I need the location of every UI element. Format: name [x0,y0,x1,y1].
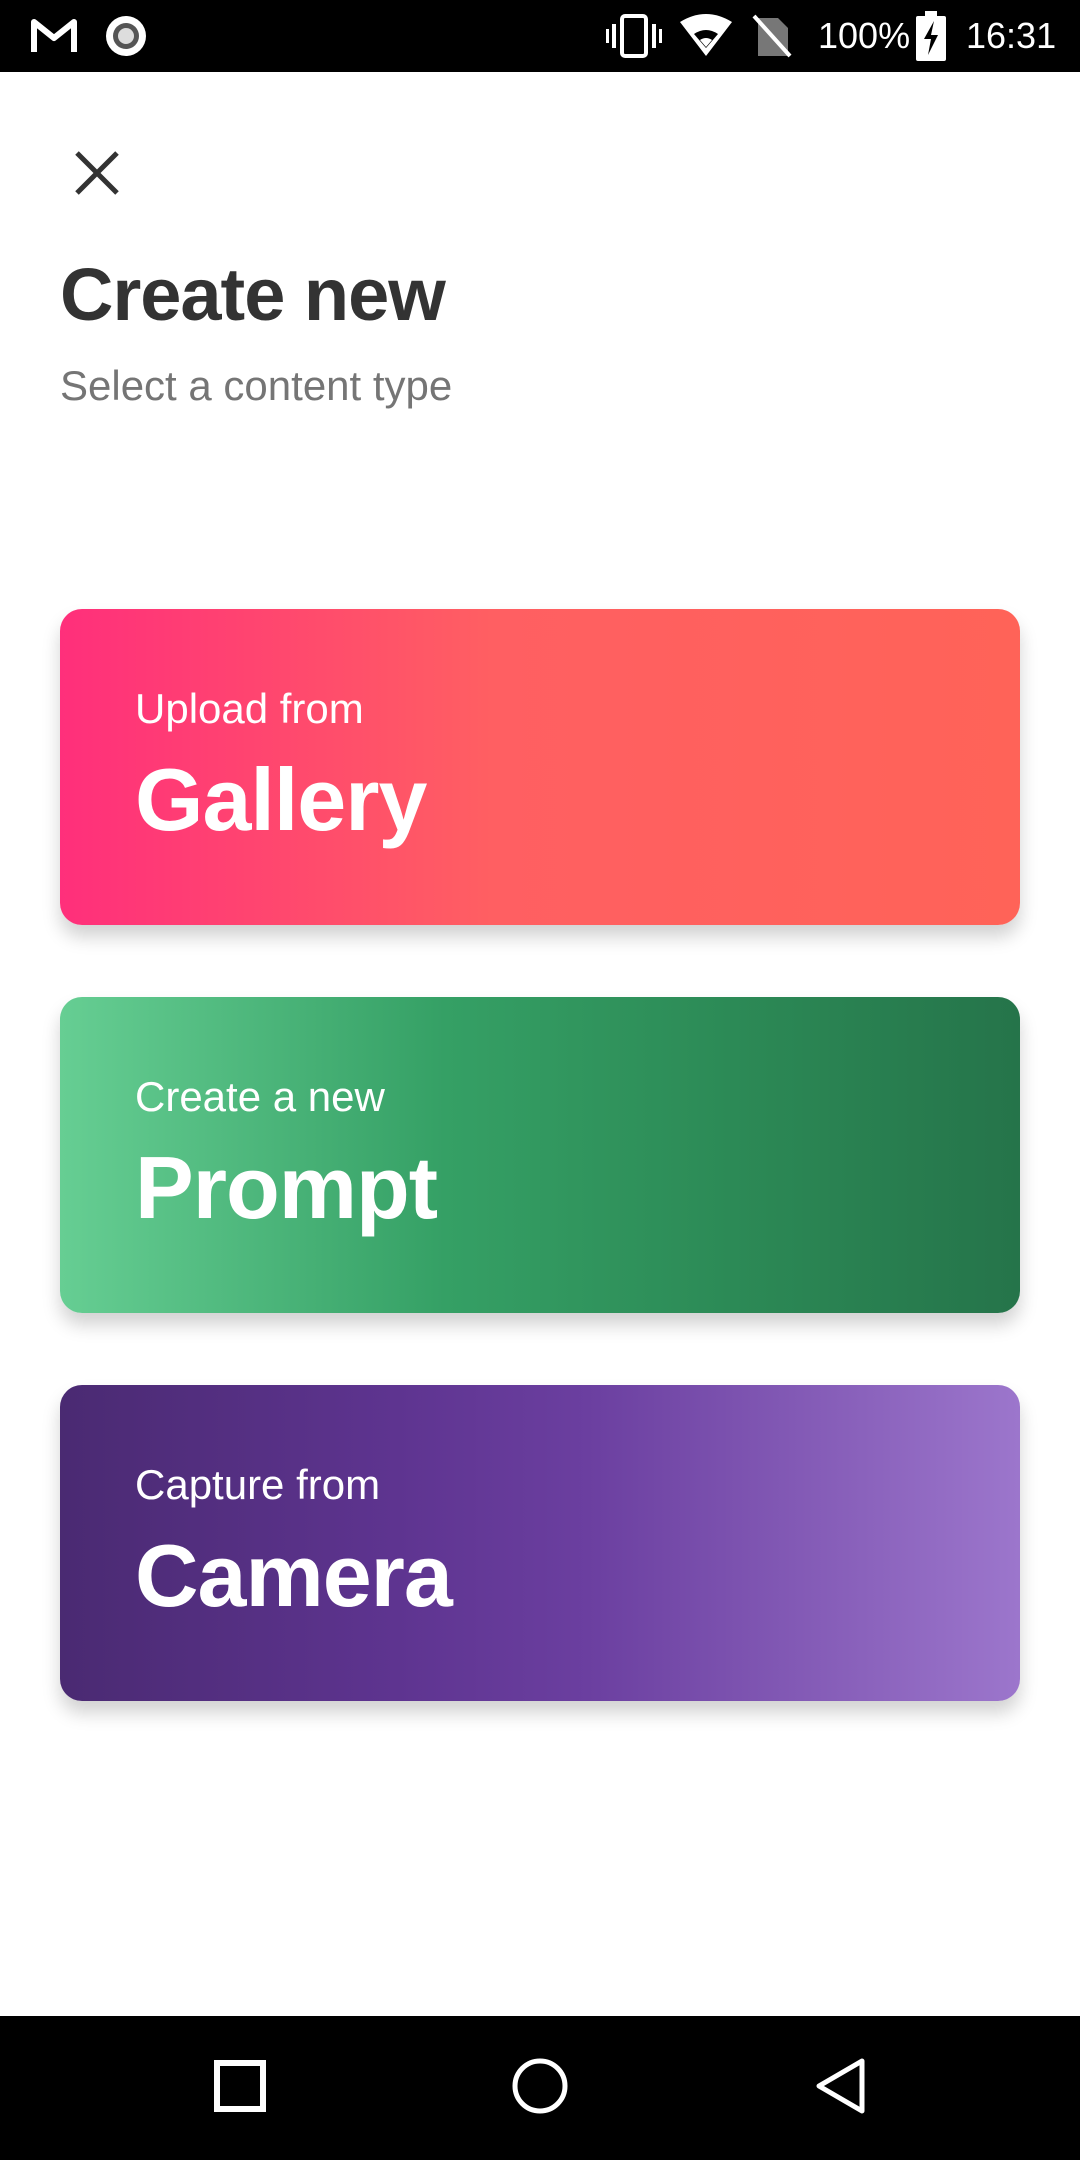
vibrate-icon [606,0,662,72]
card-caption: Capture from [135,1461,381,1508]
wifi-icon [678,0,734,72]
close-icon [73,149,121,202]
home-icon [511,2057,569,2120]
back-button[interactable] [768,2016,912,2160]
card-caption: Upload from [135,685,364,732]
gmail-icon [30,0,78,72]
no-sim-icon [752,0,792,72]
recents-button[interactable] [168,2016,312,2160]
close-button[interactable] [60,138,134,212]
create-new-screen: Create new Select a content type Upload … [0,72,1080,2016]
battery-charging-icon [916,0,946,72]
recording-icon [104,0,148,72]
upload-from-gallery-card[interactable]: Upload from Gallery [60,609,1020,925]
page-title: Create new [60,253,446,336]
back-icon [813,2057,867,2120]
navigation-bar [0,2016,1080,2160]
capture-from-camera-card[interactable]: Capture from Camera [60,1385,1020,1701]
card-title: Prompt [135,1138,438,1237]
clock: 16:31 [966,15,1057,56]
card-title: Camera [135,1526,453,1625]
home-button[interactable] [468,2016,612,2160]
page-subtitle: Select a content type [60,362,453,409]
card-title: Gallery [135,750,427,849]
recents-icon [214,2059,266,2117]
card-caption: Create a new [135,1073,385,1120]
status-bar: 100% 16:31 [0,0,1080,72]
battery-percent: 100% [818,15,911,56]
create-new-prompt-card[interactable]: Create a new Prompt [60,997,1020,1313]
